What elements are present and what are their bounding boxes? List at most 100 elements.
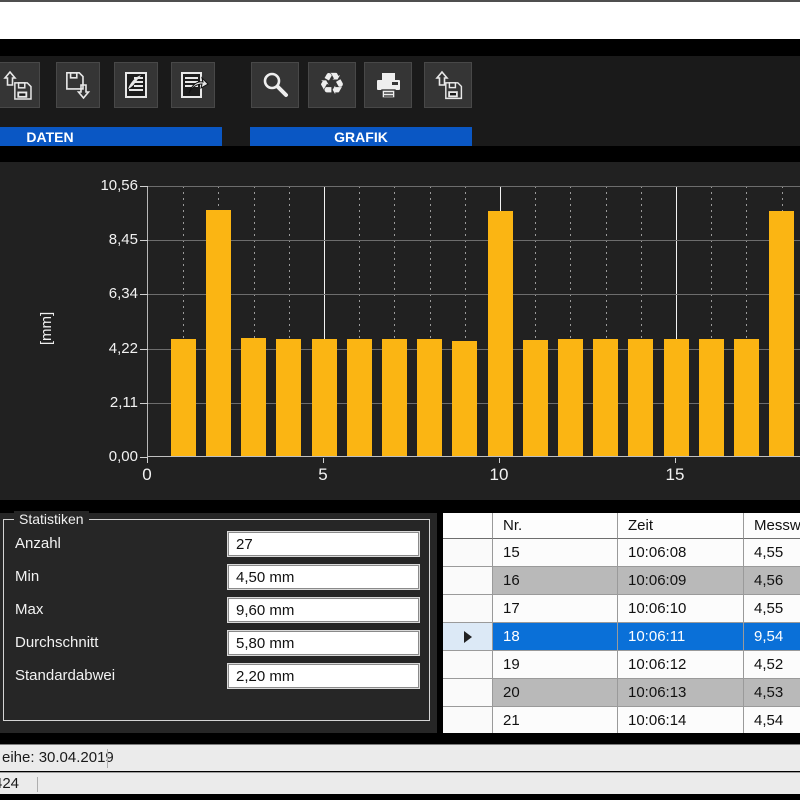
statistics-groupbox-title: Statistiken xyxy=(14,511,89,527)
stat-value-input[interactable] xyxy=(228,664,419,688)
table-cell-messwert[interactable]: 4,54 xyxy=(744,707,800,733)
chart-y-tick-label: 0,00 xyxy=(0,448,138,465)
chart-bar-12[interactable] xyxy=(558,339,583,456)
stat-label: Durchschnitt xyxy=(15,634,98,651)
chart-x-tick xyxy=(675,458,676,463)
table-cell-nr[interactable]: 15 xyxy=(493,539,618,567)
chart-x-tick-label: 10 xyxy=(477,465,521,485)
chart-bar-8[interactable] xyxy=(417,339,442,456)
table-cell-zeit[interactable]: 10:06:08 xyxy=(618,539,744,567)
save-data-button[interactable] xyxy=(56,62,100,108)
table-cell-nr[interactable]: 16 xyxy=(493,567,618,595)
chart-horizontal-gridline xyxy=(148,186,800,187)
chart-bar-9[interactable] xyxy=(452,341,477,456)
statusbar-separator xyxy=(37,777,38,792)
refresh-graphic-button[interactable]: ♻ xyxy=(308,62,356,108)
chart-bar-7[interactable] xyxy=(382,339,407,456)
save-graphic-floppy-up-icon xyxy=(432,69,464,101)
grafik-label: GRAFIK xyxy=(334,129,388,145)
application-window: ♻ DATEN xyxy=(0,0,800,800)
table-cell-zeit[interactable]: 10:06:09 xyxy=(618,567,744,595)
table-cell-messwert[interactable]: 4,56 xyxy=(744,567,800,595)
edit-data-button[interactable] xyxy=(114,62,158,108)
table-cell-nr[interactable]: 19 xyxy=(493,651,618,679)
row-selector-cell[interactable] xyxy=(443,623,493,651)
chart-horizontal-gridline xyxy=(148,294,800,295)
table-row-20[interactable]: 2010:06:134,53 xyxy=(443,679,800,707)
chart-x-tick xyxy=(147,458,148,463)
row-selector-cell[interactable] xyxy=(443,567,493,595)
table-cell-messwert[interactable]: 4,55 xyxy=(744,595,800,623)
chart-bar-15[interactable] xyxy=(664,339,689,456)
table-cell-messwert[interactable]: 9,54 xyxy=(744,623,800,651)
chart-bar-14[interactable] xyxy=(628,339,653,456)
zoom-graphic-button[interactable] xyxy=(251,62,299,108)
statusbar-counter: 424 xyxy=(0,773,19,794)
row-selector-cell[interactable] xyxy=(443,539,493,567)
stat-row-max: Max xyxy=(4,598,429,622)
stat-row-standardabwei: Standardabwei xyxy=(4,664,429,688)
stat-value-input[interactable] xyxy=(228,631,419,655)
statusbar-series-date: eihe: 30.04.2019 xyxy=(2,745,114,771)
chart-bar-18[interactable] xyxy=(769,211,794,456)
table-row-16[interactable]: 1610:06:094,56 xyxy=(443,567,800,595)
toolbar: ♻ DATEN xyxy=(0,56,800,146)
chart-bar-13[interactable] xyxy=(593,339,618,456)
table-cell-nr[interactable]: 17 xyxy=(493,595,618,623)
chart-bar-1[interactable] xyxy=(171,339,196,456)
row-selector-cell[interactable] xyxy=(443,679,493,707)
table-cell-zeit[interactable]: 10:06:14 xyxy=(618,707,744,733)
table-row-15[interactable]: 1510:06:084,55 xyxy=(443,539,800,567)
table-row-19[interactable]: 1910:06:124,52 xyxy=(443,651,800,679)
table-header-selector[interactable] xyxy=(443,513,493,539)
table-cell-messwert[interactable]: 4,55 xyxy=(744,539,800,567)
row-selector-cell[interactable] xyxy=(443,651,493,679)
chart-y-tick xyxy=(140,240,148,241)
current-row-arrow-icon xyxy=(464,631,472,643)
load-data-floppy-up-icon xyxy=(2,69,34,101)
stat-value-input[interactable] xyxy=(228,565,419,589)
table-cell-messwert[interactable]: 4,52 xyxy=(744,651,800,679)
chart-bar-10[interactable] xyxy=(488,211,513,456)
chart-bar-2[interactable] xyxy=(206,210,231,456)
table-header-messwert[interactable]: Messwert xyxy=(744,513,800,539)
save-data-floppy-down-icon xyxy=(62,69,94,101)
table-cell-messwert[interactable]: 4,53 xyxy=(744,679,800,707)
stat-label: Standardabwei xyxy=(15,667,115,684)
table-header-nr[interactable]: Nr. xyxy=(493,513,618,539)
load-data-button[interactable] xyxy=(0,62,40,108)
chart-plot-area[interactable] xyxy=(147,186,800,457)
table-cell-zeit[interactable]: 10:06:12 xyxy=(618,651,744,679)
chart-bar-6[interactable] xyxy=(347,339,372,456)
stat-value-input[interactable] xyxy=(228,598,419,622)
table-row-18[interactable]: 1810:06:119,54 xyxy=(443,623,800,651)
table-cell-nr[interactable]: 21 xyxy=(493,707,618,733)
chart-bar-11[interactable] xyxy=(523,340,548,456)
stat-value-input[interactable] xyxy=(228,532,419,556)
table-cell-zeit[interactable]: 10:06:10 xyxy=(618,595,744,623)
chart-y-tick xyxy=(140,186,148,187)
statusbar-top: eihe: 30.04.2019 xyxy=(0,744,800,771)
table-header-zeit[interactable]: Zeit xyxy=(618,513,744,539)
chart-y-tick-label: 6,34 xyxy=(0,285,138,302)
row-selector-cell[interactable] xyxy=(443,595,493,623)
stat-label: Min xyxy=(15,568,39,585)
chart-bar-16[interactable] xyxy=(699,339,724,456)
chart-bar-3[interactable] xyxy=(241,338,266,456)
save-graphic-button[interactable] xyxy=(424,62,472,108)
chart-bar-17[interactable] xyxy=(734,339,759,456)
chart-bar-4[interactable] xyxy=(276,339,301,456)
table-row-17[interactable]: 1710:06:104,55 xyxy=(443,595,800,623)
table-row-21[interactable]: 2110:06:144,54 xyxy=(443,707,800,733)
table-cell-zeit[interactable]: 10:06:13 xyxy=(618,679,744,707)
chart-y-tick xyxy=(140,403,148,404)
stat-row-min: Min xyxy=(4,565,429,589)
table-cell-nr[interactable]: 18 xyxy=(493,623,618,651)
table-cell-zeit[interactable]: 10:06:11 xyxy=(618,623,744,651)
row-selector-cell[interactable] xyxy=(443,707,493,733)
chart-bar-5[interactable] xyxy=(312,339,337,456)
print-graphic-button[interactable] xyxy=(364,62,412,108)
table-cell-nr[interactable]: 20 xyxy=(493,679,618,707)
export-data-button[interactable] xyxy=(171,62,215,108)
measurement-table[interactable]: Nr.ZeitMesswert1510:06:084,551610:06:094… xyxy=(443,513,800,733)
